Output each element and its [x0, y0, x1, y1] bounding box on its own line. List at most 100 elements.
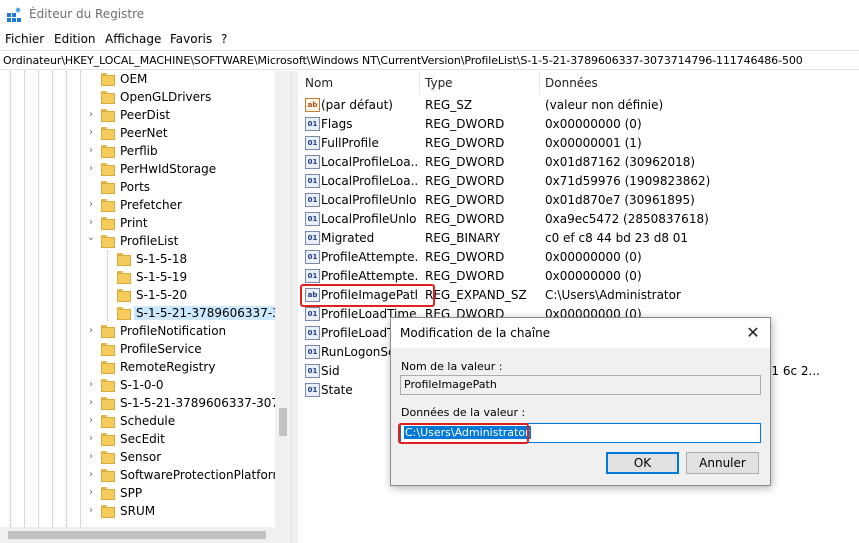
tree-item-profilelist[interactable]: ⌄ ProfileList — [0, 232, 275, 251]
folder-icon — [101, 181, 115, 194]
menu-edition[interactable]: Edition — [54, 32, 96, 46]
cancel-button[interactable]: Annuler — [686, 452, 759, 474]
dialog-title: Modification de la chaîne — [400, 326, 551, 340]
dialog-title-bar: Modification de la chaîne ✕ — [391, 318, 770, 348]
tree-item-remoteregistry[interactable]: RemoteRegistry — [0, 359, 275, 377]
tree-item-s-1-5-20[interactable]: S-1-5-20 — [0, 287, 275, 305]
tree-item-schedule[interactable]: › Schedule — [0, 413, 275, 431]
value-row[interactable]: ab (par défaut) REG_SZ (valeur non défin… — [298, 96, 859, 115]
value-name: LocalProfileLoa... — [321, 174, 417, 188]
value-data-label: Données de la valeur : — [401, 406, 526, 419]
close-icon[interactable]: ✕ — [742, 322, 764, 344]
tree-scrollbar-thumb[interactable] — [279, 408, 287, 436]
tree-item-srum[interactable]: › SRUM — [0, 503, 275, 521]
expand-arrow-icon[interactable]: › — [86, 325, 96, 336]
value-row[interactable]: 01 FullProfile REG_DWORD 0x00000001 (1) — [298, 134, 859, 153]
tree-item-s-1-5-21-selected[interactable]: S-1-5-21-3789606337-3073 — [0, 305, 291, 323]
expand-arrow-icon[interactable]: › — [86, 109, 96, 120]
value-row[interactable]: 01 LocalProfileUnlo... REG_DWORD 0x01d87… — [298, 191, 859, 210]
tree-item-sensor[interactable]: › Sensor — [0, 449, 275, 467]
expand-arrow-icon[interactable]: › — [86, 199, 96, 210]
value-name: (par défaut) — [321, 98, 393, 112]
folder-icon — [117, 253, 131, 266]
tree-hscroll-thumb[interactable] — [8, 531, 266, 539]
value-name: LocalProfileUnlo... — [321, 212, 417, 226]
expand-arrow-icon[interactable]: › — [86, 379, 96, 390]
tree-item-prefetcher[interactable]: › Prefetcher — [0, 197, 275, 215]
folder-icon — [117, 271, 131, 284]
expand-arrow-icon[interactable]: › — [86, 397, 96, 408]
value-row[interactable]: 01 Migrated REG_BINARY c0 ef c8 44 bd 23… — [298, 229, 859, 248]
value-type: REG_EXPAND_SZ — [425, 288, 527, 302]
tree-item-secedit[interactable]: › SecEdit — [0, 431, 275, 449]
expand-arrow-icon[interactable]: › — [86, 145, 96, 156]
expand-arrow-icon[interactable]: › — [86, 163, 96, 174]
tree-item-spp[interactable]: › SPP — [0, 485, 275, 503]
value-type: REG_DWORD — [425, 250, 505, 264]
tree-item-perflib[interactable]: › Perflib — [0, 143, 275, 161]
value-data: 0x00000000 (0) — [545, 250, 642, 264]
value-name: ProfileAttempte... — [321, 250, 417, 264]
tree-item-opengldrivers[interactable]: OpenGLDrivers — [0, 89, 275, 107]
menu-help[interactable]: ? — [221, 32, 227, 46]
value-type: REG_DWORD — [425, 136, 505, 150]
tree-item-s-1-5-19[interactable]: S-1-5-19 — [0, 269, 275, 287]
tree-item-label: ProfileList — [120, 234, 179, 248]
expand-arrow-icon[interactable]: › — [86, 415, 96, 426]
menu-fichier[interactable]: Fichier — [5, 32, 44, 46]
column-header-data[interactable]: Données — [545, 76, 598, 90]
value-data: 0xa9ec5472 (2850837618) — [545, 212, 709, 226]
ok-button[interactable]: OK — [606, 452, 679, 474]
tree-vertical-scrollbar[interactable] — [275, 71, 291, 543]
tree-item-label: Schedule — [120, 414, 176, 428]
tree-item-print[interactable]: › Print — [0, 215, 275, 233]
tree-item-profilenotification[interactable]: › ProfileNotification — [0, 323, 275, 341]
folder-icon — [101, 379, 115, 392]
tree-item-s-1-5-18[interactable]: S-1-5-18 — [0, 251, 275, 269]
column-header-name[interactable]: Nom — [305, 76, 333, 90]
expand-arrow-icon[interactable]: › — [86, 217, 96, 228]
menu-affichage[interactable]: Affichage — [105, 32, 161, 46]
tree-item-peerdist[interactable]: › PeerDist — [0, 107, 275, 125]
menu-favoris[interactable]: Favoris — [170, 32, 212, 46]
expand-arrow-icon[interactable]: › — [86, 451, 96, 462]
tree-item-oem[interactable]: OEM — [0, 71, 275, 89]
value-row[interactable]: 01 LocalProfileLoa... REG_DWORD 0x01d871… — [298, 153, 859, 172]
tree-item-perhwidstorage[interactable]: › PerHwIdStorage — [0, 161, 275, 179]
value-row[interactable]: 01 ProfileAttempte... REG_DWORD 0x000000… — [298, 248, 859, 267]
value-row[interactable]: 01 Flags REG_DWORD 0x00000000 (0) — [298, 115, 859, 134]
expand-arrow-icon[interactable]: › — [86, 433, 96, 444]
expand-arrow-icon[interactable]: › — [86, 505, 96, 516]
expand-arrow-icon[interactable]: › — [86, 127, 96, 138]
column-divider[interactable] — [419, 71, 420, 94]
value-row[interactable]: 01 LocalProfileLoa... REG_DWORD 0x71d599… — [298, 172, 859, 191]
address-bar[interactable]: Ordinateur\HKEY_LOCAL_MACHINE\SOFTWARE\M… — [0, 50, 859, 70]
tree-item-label: S-1-5-18 — [136, 252, 188, 266]
expand-arrow-icon[interactable]: › — [86, 487, 96, 498]
folder-icon — [101, 127, 115, 140]
binary-value-icon: 01 — [305, 345, 320, 359]
value-type: REG_BINARY — [425, 231, 501, 245]
tree-horizontal-scrollbar[interactable] — [0, 527, 275, 543]
menu-bar: Fichier Edition Affichage Favoris ? — [0, 30, 859, 49]
value-row[interactable]: 01 LocalProfileUnlo... REG_DWORD 0xa9ec5… — [298, 210, 859, 229]
tree-item-ports[interactable]: Ports — [0, 179, 275, 197]
tree-item-label: OpenGLDrivers — [120, 90, 212, 104]
tree-item-profileservice[interactable]: ProfileService — [0, 341, 275, 359]
column-header-type[interactable]: Type — [425, 76, 453, 90]
pane-splitter[interactable] — [291, 71, 298, 543]
folder-open-icon — [101, 235, 115, 248]
tree-item-peernet[interactable]: › PeerNet — [0, 125, 275, 143]
tree-item-label: Ports — [120, 180, 151, 194]
value-data: C:\Users\Administrator — [545, 288, 681, 302]
value-name: LocalProfileLoa... — [321, 155, 417, 169]
tree-item-softwareprotectionplatform[interactable]: › SoftwareProtectionPlatform — [0, 467, 284, 485]
tree-item-s-1-0-0[interactable]: › S-1-0-0 — [0, 377, 275, 395]
folder-open-icon — [117, 307, 131, 320]
expand-arrow-icon[interactable]: › — [86, 469, 96, 480]
tree-item-label: S-1-5-21-3789606337-3073 — [134, 306, 291, 320]
column-divider[interactable] — [539, 71, 540, 94]
collapse-arrow-icon[interactable]: ⌄ — [86, 232, 96, 243]
tree-item-s-1-5-21-sid[interactable]: › S-1-5-21-3789606337-3073714 — [0, 395, 291, 413]
tree-item-label: Perflib — [120, 144, 158, 158]
